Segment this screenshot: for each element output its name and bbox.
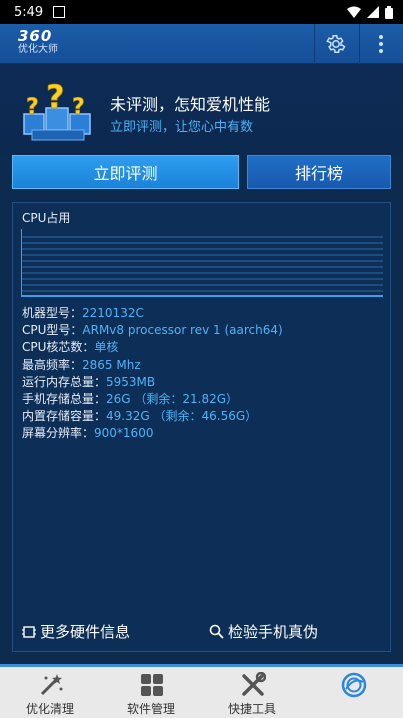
status-time: 5:49 bbox=[14, 4, 44, 20]
spec-value: ARMv8 processor rev 1 (aarch64) bbox=[82, 323, 283, 338]
notification-icon bbox=[53, 6, 66, 18]
ranking-button[interactable]: 排行榜 bbox=[247, 155, 391, 189]
banner-subtitle[interactable]: 立即评测，让您心中有数 bbox=[110, 116, 253, 135]
signal-icon bbox=[367, 6, 379, 18]
status-bar: 5:49 bbox=[0, 0, 403, 24]
spec-label: 屏幕分辨率： bbox=[22, 426, 95, 441]
spec-row: CPU型号：ARMv8 processor rev 1 (aarch64) bbox=[22, 322, 283, 339]
spec-row: 内置存储容量：49.32G （剩余：46.56G） bbox=[22, 408, 283, 425]
more-vertical-icon bbox=[379, 35, 383, 53]
spec-label: 最高频率： bbox=[22, 357, 83, 372]
search-icon bbox=[209, 624, 224, 639]
spec-value: 单核 bbox=[94, 340, 119, 355]
battery-icon bbox=[385, 5, 393, 19]
tab-label: 优化清理 bbox=[25, 702, 74, 716]
menu-button[interactable] bbox=[359, 24, 403, 64]
gear-icon bbox=[326, 35, 346, 53]
banner-title: 未评测，怎知爱机性能 bbox=[110, 95, 271, 114]
hardware-info-panel: CPU占用 机器型号：2210132C CPU型号：ARMv8 processo… bbox=[12, 202, 391, 652]
logo-number: 360 bbox=[18, 27, 53, 45]
spec-label: 内置存储容量： bbox=[22, 409, 107, 424]
tab-label: 软件管理 bbox=[126, 702, 175, 716]
spec-value: 5953MB bbox=[106, 374, 156, 389]
status-icons bbox=[347, 5, 393, 19]
evaluation-banner: ? ? ? 未评测，怎知爱机性能 立即评测，让您心中有数 bbox=[0, 64, 403, 154]
magic-wand-icon bbox=[40, 674, 63, 696]
tab-speed[interactable] bbox=[303, 667, 403, 718]
spec-value: 2210132C bbox=[82, 306, 144, 320]
more-hardware-info-label: 更多硬件信息 bbox=[40, 623, 131, 641]
tab-software-management[interactable]: 软件管理 bbox=[101, 667, 201, 718]
tab-quick-tools[interactable]: 快捷工具 bbox=[202, 667, 302, 718]
cpu-usage-graph bbox=[21, 229, 383, 297]
spec-label: 运行内存总量： bbox=[22, 374, 107, 389]
verify-phone-label: 检验手机真伪 bbox=[228, 623, 319, 641]
evaluate-now-button[interactable]: 立即评测 bbox=[12, 155, 239, 189]
spec-row: 运行内存总量：5953MB bbox=[22, 374, 283, 391]
more-hardware-info-link[interactable]: 更多硬件信息 bbox=[22, 621, 130, 642]
bottom-navigation: 优化清理 软件管理 快捷工具 bbox=[0, 664, 403, 718]
spec-row: 机器型号：2210132C bbox=[22, 305, 283, 322]
spec-label: 手机存储总量： bbox=[22, 392, 107, 407]
app-grid-icon bbox=[141, 674, 163, 696]
svg-text:?: ? bbox=[26, 95, 39, 120]
app-logo: 360 优化大师 bbox=[18, 29, 72, 59]
spec-row: CPU核芯数：单核 bbox=[22, 339, 283, 356]
svg-text:?: ? bbox=[46, 78, 65, 116]
spec-row: 屏幕分辨率：900*1600 bbox=[22, 425, 283, 442]
spec-row: 手机存储总量：26G （剩余：21.82G） bbox=[22, 391, 283, 408]
spec-label: CPU型号： bbox=[22, 323, 83, 338]
speed-ring-icon bbox=[341, 672, 367, 698]
spec-value: 26G （剩余：21.82G） bbox=[106, 392, 239, 407]
spec-value: 900*1600 bbox=[94, 426, 154, 441]
svg-text:?: ? bbox=[72, 95, 85, 120]
tab-optimize-clean[interactable]: 优化清理 bbox=[0, 667, 100, 718]
logo-subtitle: 优化大师 bbox=[18, 44, 58, 55]
spec-label: 机器型号： bbox=[22, 306, 83, 320]
spec-list: 机器型号：2210132C CPU型号：ARMv8 processor rev … bbox=[22, 305, 283, 443]
spec-value: 2865 Mhz bbox=[82, 357, 141, 372]
settings-button[interactable] bbox=[314, 24, 358, 64]
wifi-icon bbox=[347, 6, 361, 18]
spec-label: CPU核芯数： bbox=[22, 340, 95, 355]
spec-value: 49.32G （剩余：46.56G） bbox=[106, 409, 258, 424]
chip-icon bbox=[22, 625, 36, 638]
app-header: 360 优化大师 bbox=[0, 24, 403, 64]
spec-row: 最高频率：2865 Mhz bbox=[22, 357, 283, 374]
tab-label: 快捷工具 bbox=[227, 702, 276, 716]
question-cubes-icon: ? ? ? bbox=[23, 78, 91, 141]
verify-phone-link[interactable]: 检验手机真伪 bbox=[209, 621, 318, 642]
cpu-usage-label: CPU占用 bbox=[22, 211, 71, 225]
tools-icon bbox=[242, 672, 266, 696]
